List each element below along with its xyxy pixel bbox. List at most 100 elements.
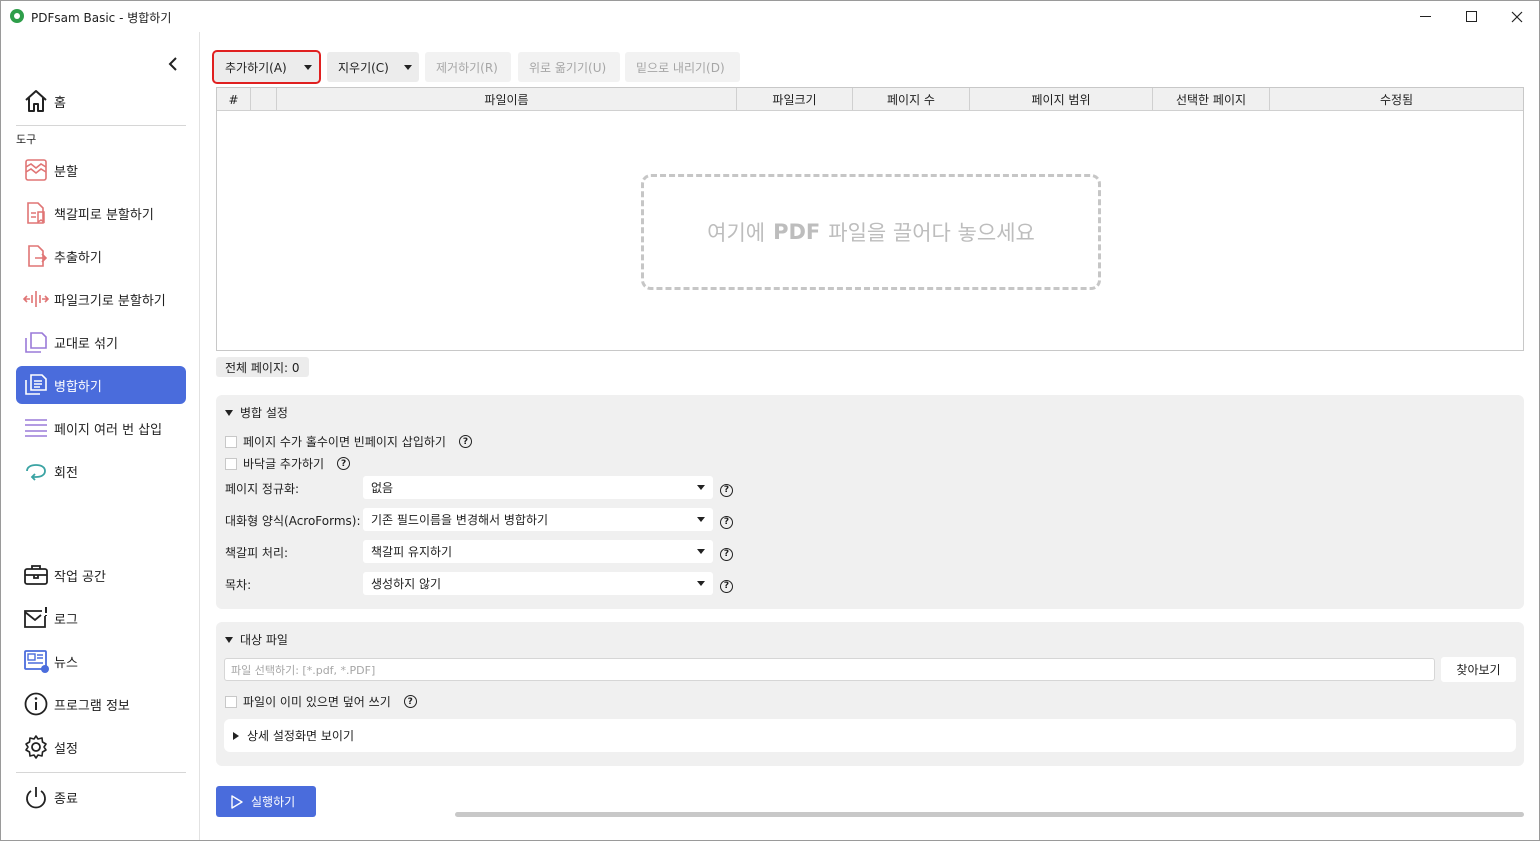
blank-page-checkbox[interactable] — [225, 435, 237, 448]
toc-value: 생성하지 않기 — [371, 577, 442, 591]
sidebar-item-extract[interactable]: 추출하기 — [16, 237, 186, 275]
footer-checkbox[interactable] — [225, 457, 237, 470]
destination-title: 대상 파일 — [240, 633, 288, 647]
sidebar-item-label: 회전 — [54, 466, 78, 481]
sidebar-item-split-by-size[interactable]: 파일크기로 분할하기 — [16, 280, 186, 318]
sidebar-item-label: 교대로 섞기 — [54, 337, 118, 352]
footer-label[interactable]: 바닥글 추가하기 — [243, 455, 324, 472]
add-button[interactable]: 추가하기(A) — [212, 50, 321, 84]
triangle-down-icon — [225, 409, 233, 416]
window-title: PDFsam Basic - 병합하기 — [31, 11, 172, 25]
triangle-down-icon — [225, 636, 233, 643]
sidebar-item-label: 종료 — [54, 792, 78, 807]
sidebar-item-settings[interactable]: 설정 — [16, 728, 186, 766]
acroforms-select[interactable]: 기존 필드이름을 변경해서 병합하기 — [363, 508, 713, 531]
move-down-button[interactable]: 밑으로 내리기(D) — [625, 52, 740, 82]
sidebar-item-label: 홈 — [54, 96, 66, 111]
move-up-button-label: 위로 옮기기(U) — [529, 60, 607, 75]
destination-toggle[interactable]: 대상 파일 — [225, 631, 288, 648]
sidebar-item-insert-pages[interactable]: 페이지 여러 번 삽입 — [16, 409, 186, 447]
advanced-settings-label: 상세 설정화면 보이기 — [247, 729, 354, 743]
run-button[interactable]: 실행하기 — [216, 786, 316, 817]
sidebar-item-news[interactable]: 뉴스 — [16, 642, 186, 680]
sidebar-item-merge[interactable]: 병합하기 — [16, 366, 186, 404]
normalize-help[interactable]: ? — [720, 481, 733, 497]
sidebar-item-log[interactable]: 로그 — [16, 599, 186, 637]
footer-row: 바닥글 추가하기 ? — [225, 455, 351, 472]
sidebar: 홈 도구 분할 책갈피로 분할하기 추출하기 파일크기로 분할하기 교대로 섞기… — [1, 32, 200, 840]
column-header-pages[interactable]: 페이지 수 — [853, 88, 970, 111]
collapse-sidebar-button[interactable] — [163, 54, 183, 74]
column-header-filename[interactable]: 파일이름 — [277, 88, 737, 111]
close-icon — [1511, 11, 1523, 22]
home-icon — [25, 90, 47, 112]
sidebar-item-label: 병합하기 — [54, 380, 102, 395]
sidebar-divider — [16, 772, 186, 773]
sidebar-item-split-by-bookmarks[interactable]: 책갈피로 분할하기 — [16, 194, 186, 232]
bookmarks-select[interactable]: 책갈피 유지하기 — [363, 540, 713, 563]
destination-panel: 대상 파일 파일 선택하기: [*.pdf, *.PDF] 찾아보기 파일이 이… — [216, 622, 1524, 766]
column-header-filesize[interactable]: 파일크기 — [737, 88, 853, 111]
sidebar-item-home[interactable]: 홈 — [16, 82, 186, 120]
column-header-page-range[interactable]: 페이지 범위 — [970, 88, 1153, 111]
merge-settings-toggle[interactable]: 병합 설정 — [225, 404, 288, 421]
chevron-down-icon[interactable] — [404, 65, 412, 70]
column-header-index[interactable]: # — [217, 88, 251, 111]
chevron-down-icon — [697, 581, 705, 586]
drop-zone[interactable]: 여기에 PDF 파일을 끌어다 놓으세요 — [641, 174, 1101, 290]
normalize-select[interactable]: 없음 — [363, 476, 713, 499]
overwrite-row: 파일이 이미 있으면 덮어 쓰기 ? — [225, 693, 417, 710]
blank-page-label[interactable]: 페이지 수가 홀수이면 빈페이지 삽입하기 — [243, 433, 446, 450]
horizontal-scrollbar[interactable] — [455, 812, 1524, 817]
sidebar-item-label: 프로그램 정보 — [54, 699, 130, 714]
help-icon[interactable]: ? — [720, 515, 733, 529]
close-button[interactable] — [1494, 1, 1540, 32]
add-button-label: 추가하기(A) — [225, 60, 287, 75]
news-icon — [24, 650, 49, 673]
acroforms-help[interactable]: ? — [720, 513, 733, 529]
browse-button[interactable]: 찾아보기 — [1441, 657, 1516, 682]
toc-label: 목차: — [225, 578, 252, 592]
help-icon[interactable]: ? — [403, 695, 417, 708]
rotate-icon — [26, 464, 46, 481]
column-header-selected-pages[interactable]: 선택한 페이지 — [1153, 88, 1270, 111]
log-icon — [24, 607, 47, 628]
sidebar-item-label: 추출하기 — [54, 251, 102, 266]
remove-button[interactable]: 제거하기(R) — [425, 52, 511, 82]
minimize-button[interactable] — [1402, 1, 1448, 32]
overwrite-checkbox[interactable] — [225, 695, 237, 708]
help-icon[interactable]: ? — [720, 579, 733, 593]
destination-file-input[interactable]: 파일 선택하기: [*.pdf, *.PDF] — [224, 658, 1435, 681]
sidebar-item-alternate-mix[interactable]: 교대로 섞기 — [16, 323, 186, 361]
overwrite-label[interactable]: 파일이 이미 있으면 덮어 쓰기 — [243, 693, 391, 710]
column-header-blank[interactable] — [251, 88, 277, 111]
toc-select[interactable]: 생성하지 않기 — [363, 572, 713, 595]
advanced-settings-toggle[interactable]: 상세 설정화면 보이기 — [224, 719, 1516, 752]
sidebar-item-rotate[interactable]: 회전 — [16, 452, 186, 490]
sidebar-item-info[interactable]: 프로그램 정보 — [16, 685, 186, 723]
bookmarks-help[interactable]: ? — [720, 545, 733, 561]
remove-button-label: 제거하기(R) — [436, 60, 498, 75]
sidebar-item-label: 작업 공간 — [54, 570, 106, 585]
maximize-button[interactable] — [1448, 1, 1494, 32]
chevron-down-icon[interactable] — [304, 65, 312, 70]
sidebar-item-exit[interactable]: 종료 — [16, 778, 186, 816]
sidebar-item-workspace[interactable]: 작업 공간 — [16, 556, 186, 594]
normalize-value: 없음 — [371, 481, 394, 495]
clear-button[interactable]: 지우기(C) — [327, 52, 419, 82]
help-icon[interactable]: ? — [720, 483, 733, 497]
drop-zone-text-pdf: PDF — [773, 220, 821, 244]
blank-page-row: 페이지 수가 홀수이면 빈페이지 삽입하기 ? — [225, 433, 472, 450]
help-icon[interactable]: ? — [337, 457, 351, 470]
help-icon[interactable]: ? — [458, 435, 472, 448]
sidebar-item-label: 로그 — [54, 613, 78, 628]
column-header-modified[interactable]: 수정됨 — [1270, 88, 1523, 111]
toc-help[interactable]: ? — [720, 577, 733, 593]
drop-zone-text-post: 파일을 끌어다 놓으세요 — [828, 221, 1035, 245]
file-table[interactable]: # 파일이름 파일크기 페이지 수 페이지 범위 선택한 페이지 수정됨 여기에… — [216, 87, 1524, 351]
drop-zone-text-pre: 여기에 — [707, 221, 766, 245]
move-up-button[interactable]: 위로 옮기기(U) — [518, 52, 620, 82]
help-icon[interactable]: ? — [720, 547, 733, 561]
sidebar-item-label: 페이지 여러 번 삽입 — [54, 423, 163, 438]
sidebar-item-split[interactable]: 분할 — [16, 151, 186, 189]
